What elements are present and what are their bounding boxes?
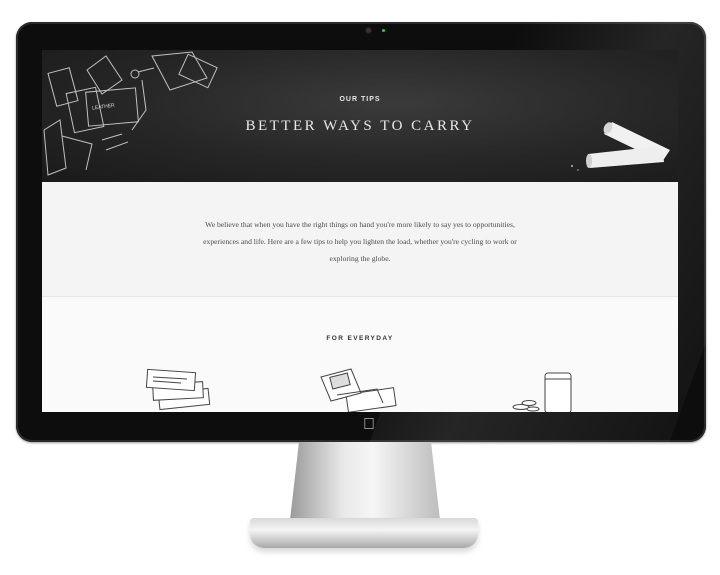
monitor-screen: LEATHER OUR TIPS BETTER WAYS TO CARRY We… — [42, 50, 678, 412]
intro-section: We believe that when you have the right … — [42, 182, 678, 297]
page-title: BETTER WAYS TO CARRY — [245, 118, 475, 134]
chalk-sketch-illustration: LEATHER — [43, 51, 670, 176]
monitor-stand-base — [250, 518, 478, 548]
camera-icon — [366, 28, 371, 33]
cards-sketch-icon — [145, 368, 211, 411]
hero-banner: LEATHER OUR TIPS BETTER WAYS TO CARRY — [42, 50, 678, 182]
section-title: FOR EVERYDAY — [326, 335, 394, 342]
monitor-stand-neck — [290, 442, 440, 520]
apple-logo-icon:  — [361, 417, 377, 433]
hero-eyebrow: OUR TIPS — [339, 96, 381, 103]
camera-led-icon — [382, 29, 385, 32]
sketch-label: LEATHER — [92, 102, 116, 111]
wallet-sketch-icon — [320, 368, 397, 412]
everyday-section: FOR EVERYDAY — [42, 297, 678, 412]
jar-coins-sketch-icon — [512, 372, 572, 412]
intro-text: We believe that when you have the right … — [203, 220, 517, 263]
